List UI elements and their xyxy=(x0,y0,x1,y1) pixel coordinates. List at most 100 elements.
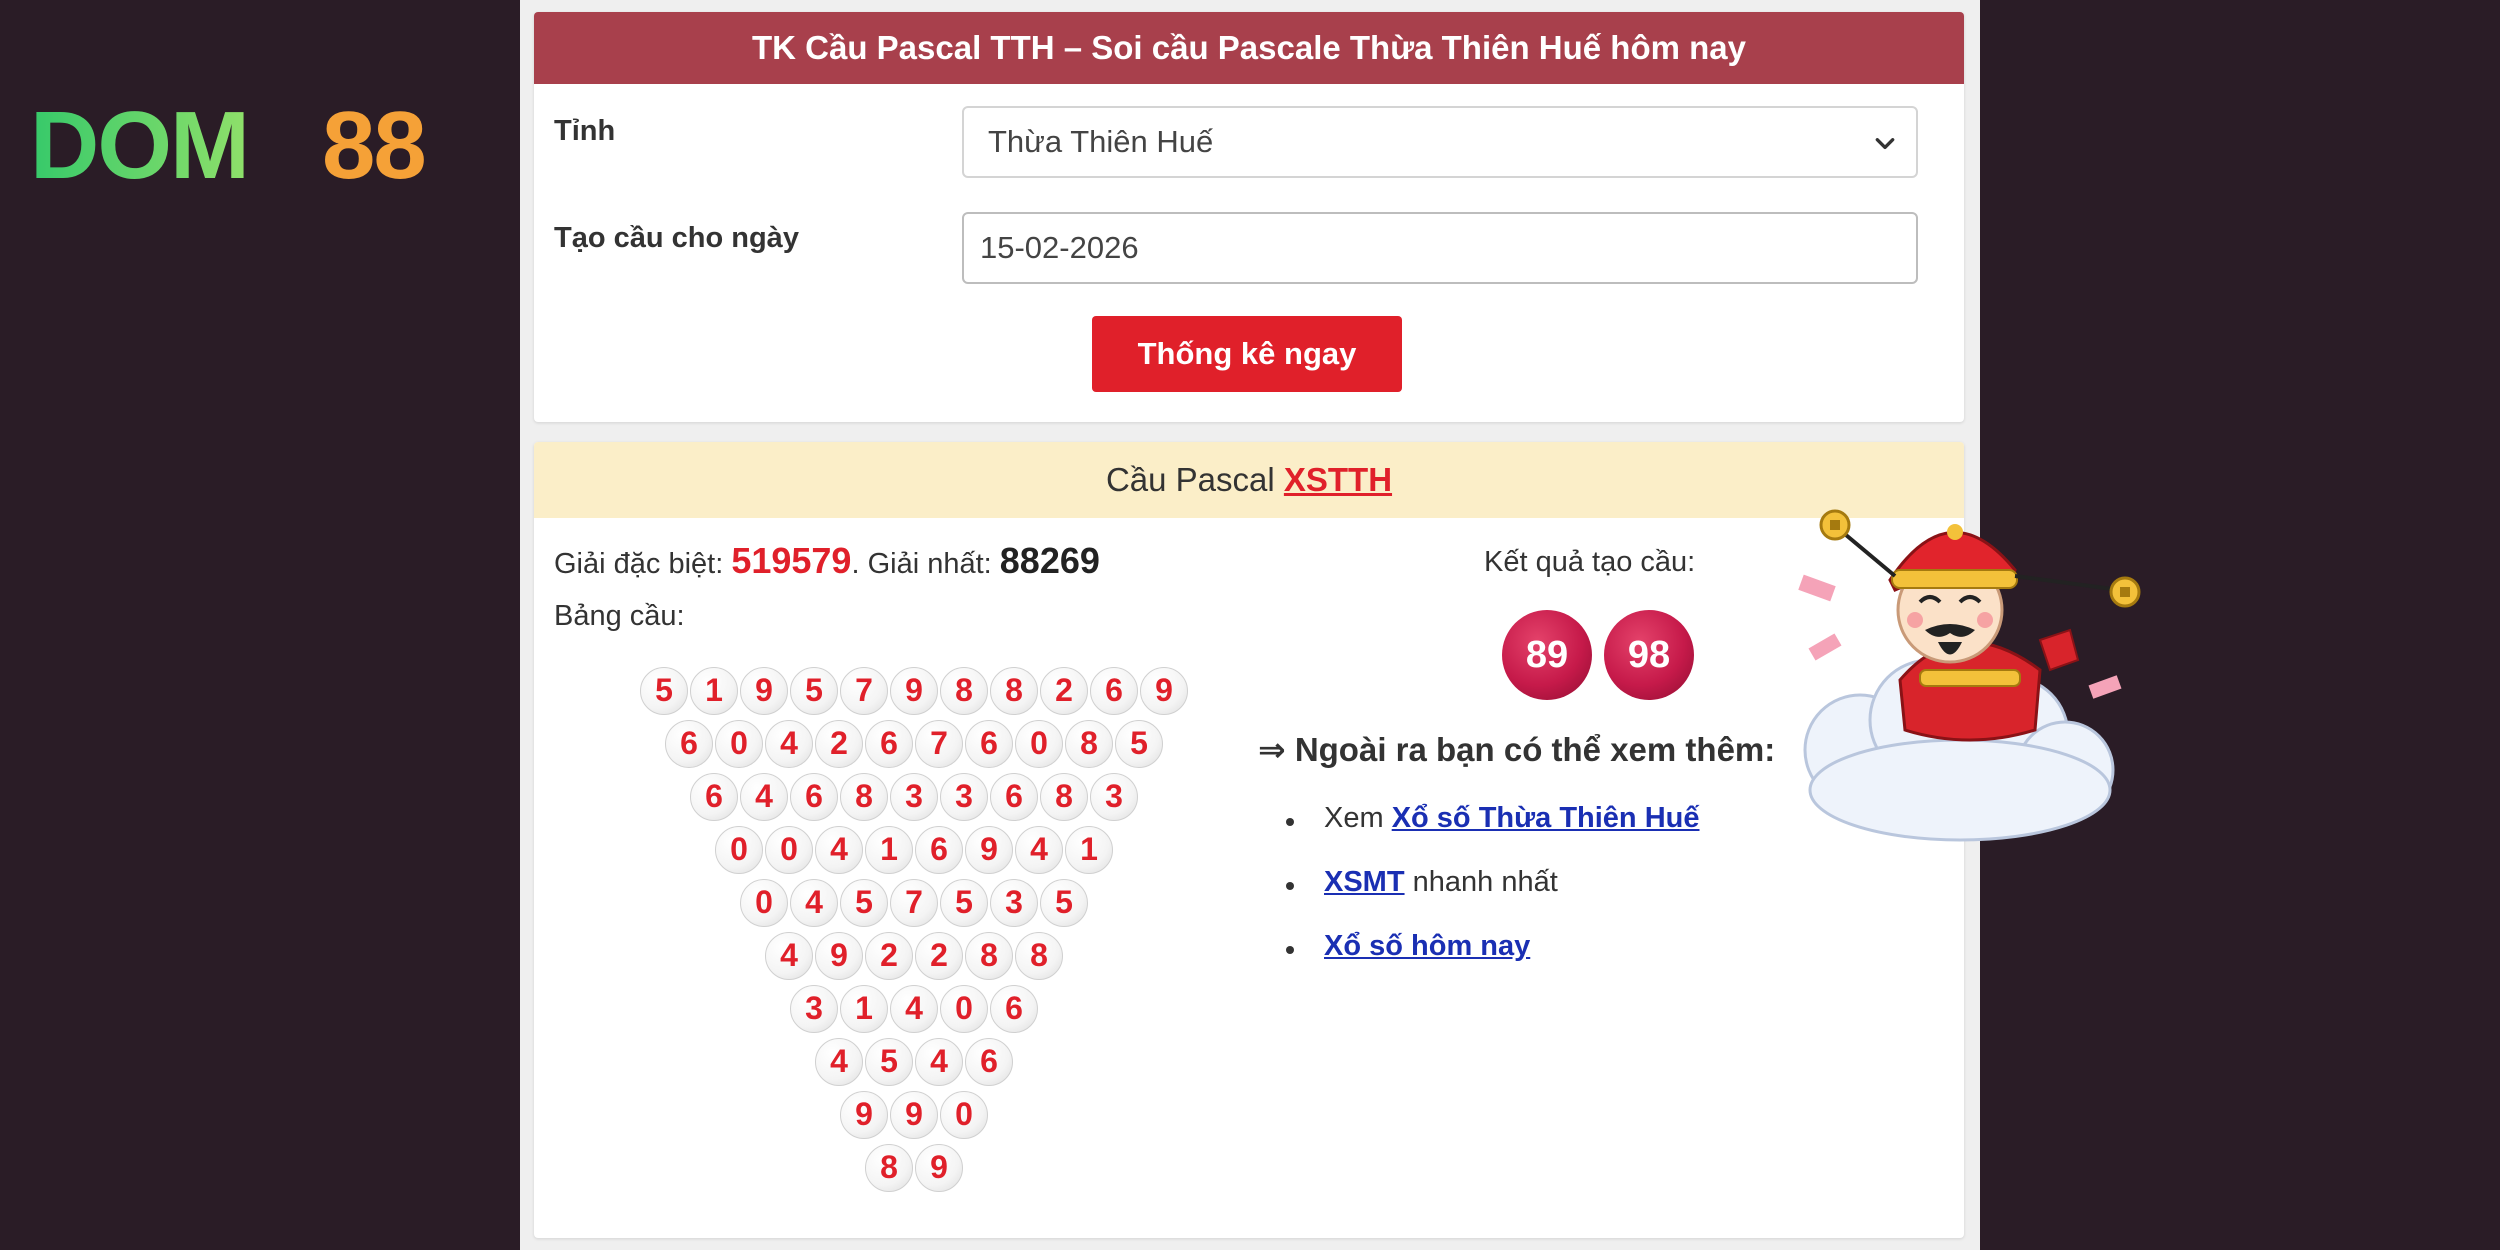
pyramid-ball: 4 xyxy=(1015,825,1063,874)
pyramid-ball: 5 xyxy=(840,878,888,927)
pyramid-row: 646833683 xyxy=(574,770,1254,823)
pyramid-ball: 6 xyxy=(965,1037,1013,1086)
pyramid-ball: 5 xyxy=(790,666,838,715)
output-ball: 98 xyxy=(1604,610,1694,700)
date-input[interactable] xyxy=(962,212,1918,284)
pyramid-ball: 9 xyxy=(840,1090,888,1139)
pyramid-ball: 5 xyxy=(1040,878,1088,927)
pyramid-ball: 0 xyxy=(1015,719,1063,768)
xoso-tth-link[interactable]: Xổ số Thừa Thiên Huế xyxy=(1392,802,1700,834)
list-item: Xem Xổ số Thừa Thiên Huế xyxy=(1286,802,1700,866)
pyramid-ball: 9 xyxy=(965,825,1013,874)
pyramid-row: 0457535 xyxy=(574,876,1254,929)
pyramid-ball: 4 xyxy=(815,1037,863,1086)
pyramid-row: 00416941 xyxy=(574,823,1254,876)
first-prize-label: . Giải nhất: xyxy=(851,548,1000,580)
pyramid-ball: 2 xyxy=(865,931,913,980)
first-prize-value: 88269 xyxy=(999,540,1100,581)
pyramid-row: 31406 xyxy=(574,982,1254,1035)
list-item: Xổ số hôm nay xyxy=(1286,930,1700,994)
pyramid-ball: 0 xyxy=(715,719,763,768)
pyramid-ball: 5 xyxy=(640,666,688,715)
pyramid-ball: 7 xyxy=(890,878,938,927)
pyramid-ball: 4 xyxy=(915,1037,963,1086)
result-header: Cầu Pascal XSTTH xyxy=(534,442,1964,518)
pyramid-ball: 6 xyxy=(790,772,838,821)
pyramid-ball: 2 xyxy=(1040,666,1088,715)
pyramid-ball: 8 xyxy=(1040,772,1088,821)
pyramid-ball: 6 xyxy=(665,719,713,768)
pyramid-ball: 7 xyxy=(840,666,888,715)
pyramid-ball: 9 xyxy=(915,1143,963,1192)
god-of-wealth-icon xyxy=(1798,509,2141,842)
pyramid-ball: 8 xyxy=(965,931,1013,980)
pyramid-ball: 3 xyxy=(990,878,1038,927)
pyramid-ball: 3 xyxy=(790,984,838,1033)
pyramid-ball: 6 xyxy=(990,984,1038,1033)
output-ball: 89 xyxy=(1502,610,1592,700)
pyramid-ball: 8 xyxy=(865,1143,913,1192)
pyramid-row: 89 xyxy=(574,1141,1254,1194)
province-select[interactable]: Thừa Thiên Huế xyxy=(962,106,1918,178)
pyramid-row: 4546 xyxy=(574,1035,1254,1088)
pyramid-row: 492288 xyxy=(574,929,1254,982)
pyramid-ball: 8 xyxy=(1065,719,1113,768)
pyramid-row: 51957988269 xyxy=(574,664,1254,717)
pyramid-ball: 8 xyxy=(840,772,888,821)
pyramid-ball: 6 xyxy=(965,719,1013,768)
submit-button[interactable]: Thống kê ngay xyxy=(1092,316,1402,392)
pyramid-ball: 6 xyxy=(865,719,913,768)
special-prize-value: 519579 xyxy=(731,540,852,581)
pyramid-ball: 0 xyxy=(765,825,813,874)
pyramid-ball: 9 xyxy=(740,666,788,715)
pyramid-ball: 7 xyxy=(915,719,963,768)
dom88-logo-icon: DOM 88 xyxy=(30,92,427,199)
province-label: Tỉnh xyxy=(554,115,616,147)
pyramid-row: 6042676085 xyxy=(574,717,1254,770)
output-title: Kết quả tạo cầu: xyxy=(1484,546,1696,578)
list-item: XSMT nhanh nhất xyxy=(1286,866,1700,930)
brand-logo: DOM 88 xyxy=(30,92,470,199)
chevron-down-icon xyxy=(1875,138,1895,150)
pyramid-ball: 4 xyxy=(890,984,938,1033)
prize-line: Giải đặc biệt: 519579. Giải nhất: 88269 xyxy=(554,540,1100,582)
pyramid-ball: 0 xyxy=(940,984,988,1033)
pyramid-ball: 5 xyxy=(865,1037,913,1086)
special-prize-label: Giải đặc biệt: xyxy=(554,548,732,580)
pyramid-ball: 6 xyxy=(1090,666,1138,715)
result-header-prefix: Cầu Pascal xyxy=(1105,461,1284,498)
search-form-card: TK Cầu Pascal TTH – Soi cầu Pascale Thừa… xyxy=(534,12,1964,422)
pyramid-ball: 3 xyxy=(890,772,938,821)
pyramid-ball: 1 xyxy=(690,666,738,715)
pyramid-ball: 0 xyxy=(715,825,763,874)
xstth-link[interactable]: XSTTH xyxy=(1284,461,1392,498)
form-title: TK Cầu Pascal TTH – Soi cầu Pascale Thừa… xyxy=(534,12,1964,84)
pascal-table-label: Bảng cầu: xyxy=(554,600,685,632)
pyramid-ball: 5 xyxy=(940,878,988,927)
output-balls: 89 98 xyxy=(1502,610,1694,700)
pyramid-ball: 4 xyxy=(765,931,813,980)
pyramid-ball: 6 xyxy=(690,772,738,821)
pyramid-ball: 0 xyxy=(940,1090,988,1139)
svg-text:DOM: DOM xyxy=(30,100,248,190)
pyramid-ball: 8 xyxy=(940,666,988,715)
xoso-today-link[interactable]: Xổ số hôm nay xyxy=(1324,930,1530,962)
pyramid-ball: 3 xyxy=(940,772,988,821)
pyramid-ball: 0 xyxy=(740,878,788,927)
pyramid-ball: 6 xyxy=(915,825,963,874)
pyramid-ball: 1 xyxy=(840,984,888,1033)
pyramid-ball: 2 xyxy=(815,719,863,768)
pyramid-ball: 4 xyxy=(815,825,863,874)
date-label: Tạo cầu cho ngày xyxy=(554,222,799,254)
pyramid-row: 990 xyxy=(574,1088,1254,1141)
pyramid-ball: 9 xyxy=(890,1090,938,1139)
svg-text:88: 88 xyxy=(322,100,425,190)
pyramid-ball: 4 xyxy=(765,719,813,768)
xsmt-link[interactable]: XSMT xyxy=(1324,866,1405,898)
god-of-wealth-mascot xyxy=(1790,470,2150,860)
pascal-result-card: Cầu Pascal XSTTH Giải đặc biệt: 519579. … xyxy=(534,442,1964,1238)
pyramid-ball: 9 xyxy=(890,666,938,715)
pyramid-ball: 4 xyxy=(790,878,838,927)
pyramid-ball: 8 xyxy=(990,666,1038,715)
province-select-value: Thừa Thiên Huế xyxy=(988,124,1214,159)
